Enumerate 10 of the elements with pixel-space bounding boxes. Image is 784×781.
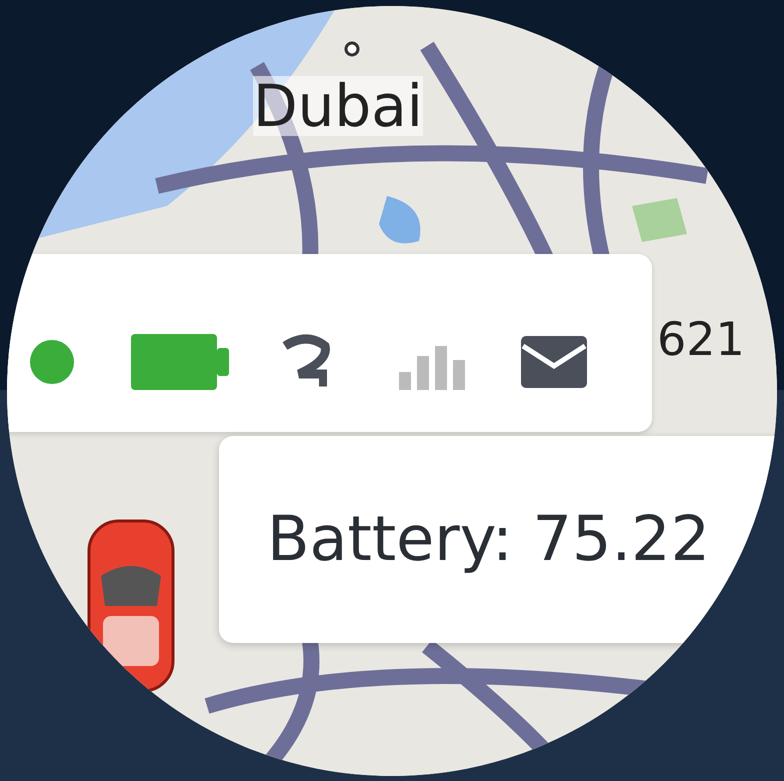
map-pin-icon: [343, 40, 361, 58]
status-dot-icon: [29, 338, 75, 384]
signal-bars-icon: [399, 346, 465, 390]
lake-shape: [379, 196, 420, 243]
battery-text: Battery: 75.22: [267, 502, 710, 574]
mail-icon: [521, 336, 587, 388]
city-label: Dubai: [253, 76, 423, 136]
park-shape: [632, 198, 687, 242]
road-label: 621: [657, 312, 745, 366]
battery-icon: [131, 334, 231, 390]
